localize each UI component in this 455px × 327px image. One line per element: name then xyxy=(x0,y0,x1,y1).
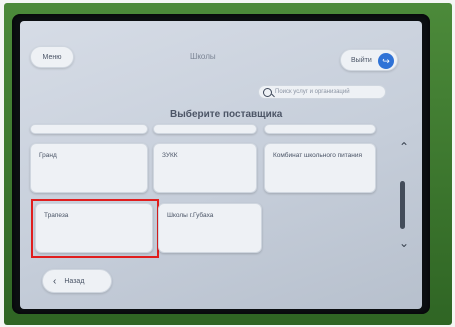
search-icon xyxy=(263,87,272,97)
provider-card-zukk[interactable]: ЗУКК xyxy=(153,143,257,193)
provider-card-kombinat[interactable]: Комбинат школьного питания xyxy=(264,143,376,193)
scrollbar[interactable] xyxy=(400,181,405,229)
provider-card-label: ЗУКК xyxy=(162,152,178,159)
kiosk-screen: Меню Школы Выйти ↪ Поиск услуг и организ… xyxy=(20,21,422,309)
provider-card-partial[interactable] xyxy=(30,124,148,134)
provider-card-grand[interactable]: Гранд xyxy=(30,143,148,193)
exit-button-label: Выйти xyxy=(351,56,372,64)
provider-card-label: Школы г.Губаха xyxy=(167,212,214,219)
menu-button[interactable]: Меню xyxy=(30,46,74,68)
search-input[interactable]: Поиск услуг и организаций xyxy=(258,85,386,99)
section-heading: Выберите поставщика xyxy=(170,109,283,120)
exit-button[interactable]: Выйти ↪ xyxy=(340,49,398,71)
selection-highlight xyxy=(31,199,159,258)
provider-card-partial[interactable] xyxy=(153,124,257,134)
page-title: Школы xyxy=(190,52,216,61)
scroll-up-icon[interactable]: ⌃ xyxy=(396,141,412,153)
scroll-down-icon[interactable]: ⌄ xyxy=(396,237,412,249)
back-button[interactable]: ‹ Назад xyxy=(42,269,112,293)
search-placeholder: Поиск услуг и организаций xyxy=(275,89,350,95)
provider-card-label: Гранд xyxy=(39,152,57,159)
exit-icon: ↪ xyxy=(378,53,394,69)
chevron-left-icon: ‹ xyxy=(53,275,57,287)
back-button-label: Назад xyxy=(64,277,85,285)
provider-card-label: Комбинат школьного питания xyxy=(273,152,363,159)
provider-card-gubakha[interactable]: Школы г.Губаха xyxy=(158,203,262,253)
provider-card-partial[interactable] xyxy=(264,124,376,134)
